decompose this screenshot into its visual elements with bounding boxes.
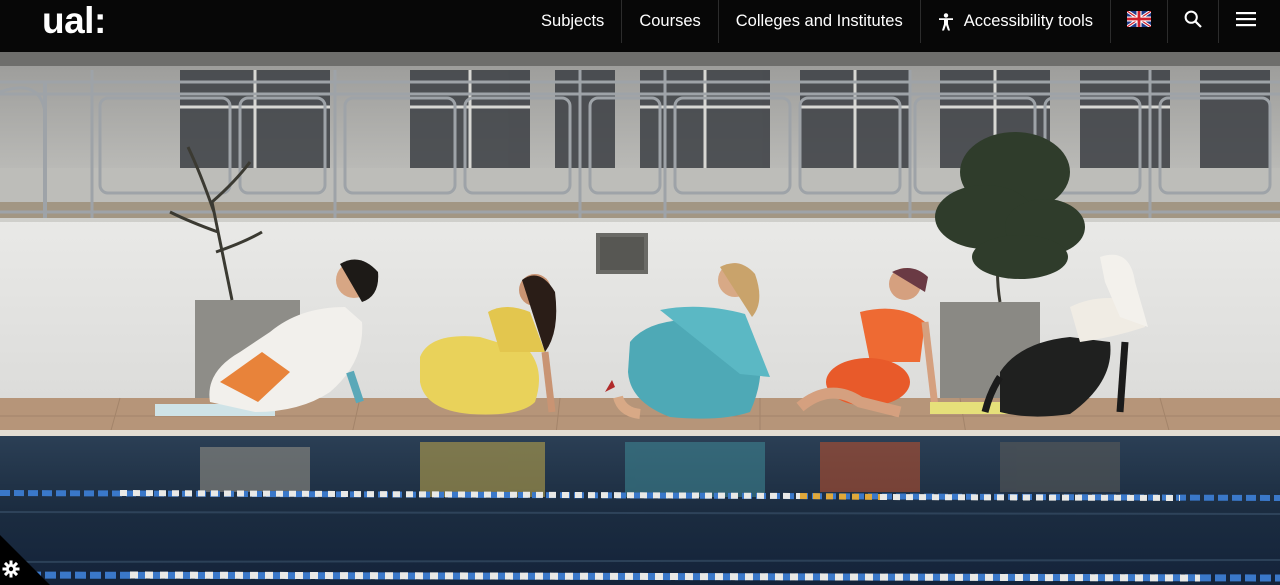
hamburger-menu-icon xyxy=(1236,11,1256,32)
ual-logo[interactable]: ual: xyxy=(42,2,106,40)
search-button[interactable] xyxy=(1167,0,1218,43)
hero-photo xyxy=(0,52,1280,585)
language-button[interactable] xyxy=(1110,0,1167,43)
nav-subjects[interactable]: Subjects xyxy=(524,0,621,43)
nav-colleges[interactable]: Colleges and Institutes xyxy=(717,0,920,43)
menu-button[interactable] xyxy=(1218,0,1280,43)
hero-image xyxy=(0,52,1280,585)
nav-courses[interactable]: Courses xyxy=(621,0,717,43)
nav-colleges-label: Colleges and Institutes xyxy=(735,12,903,30)
nav-courses-label: Courses xyxy=(639,12,701,30)
nav-subjects-label: Subjects xyxy=(541,12,605,30)
accessibility-person-icon xyxy=(938,12,954,31)
main-nav: Subjects Courses Colleges and Institutes… xyxy=(524,0,1280,43)
accessibility-tools-label: Accessibility tools xyxy=(963,12,1093,30)
search-icon xyxy=(1184,10,1202,33)
accessibility-tools-button[interactable]: Accessibility tools xyxy=(919,0,1110,43)
gear-icon[interactable] xyxy=(2,560,20,583)
uk-flag-icon xyxy=(1126,9,1152,32)
site-header: ual: Subjects Courses Colleges and Insti… xyxy=(0,0,1280,52)
